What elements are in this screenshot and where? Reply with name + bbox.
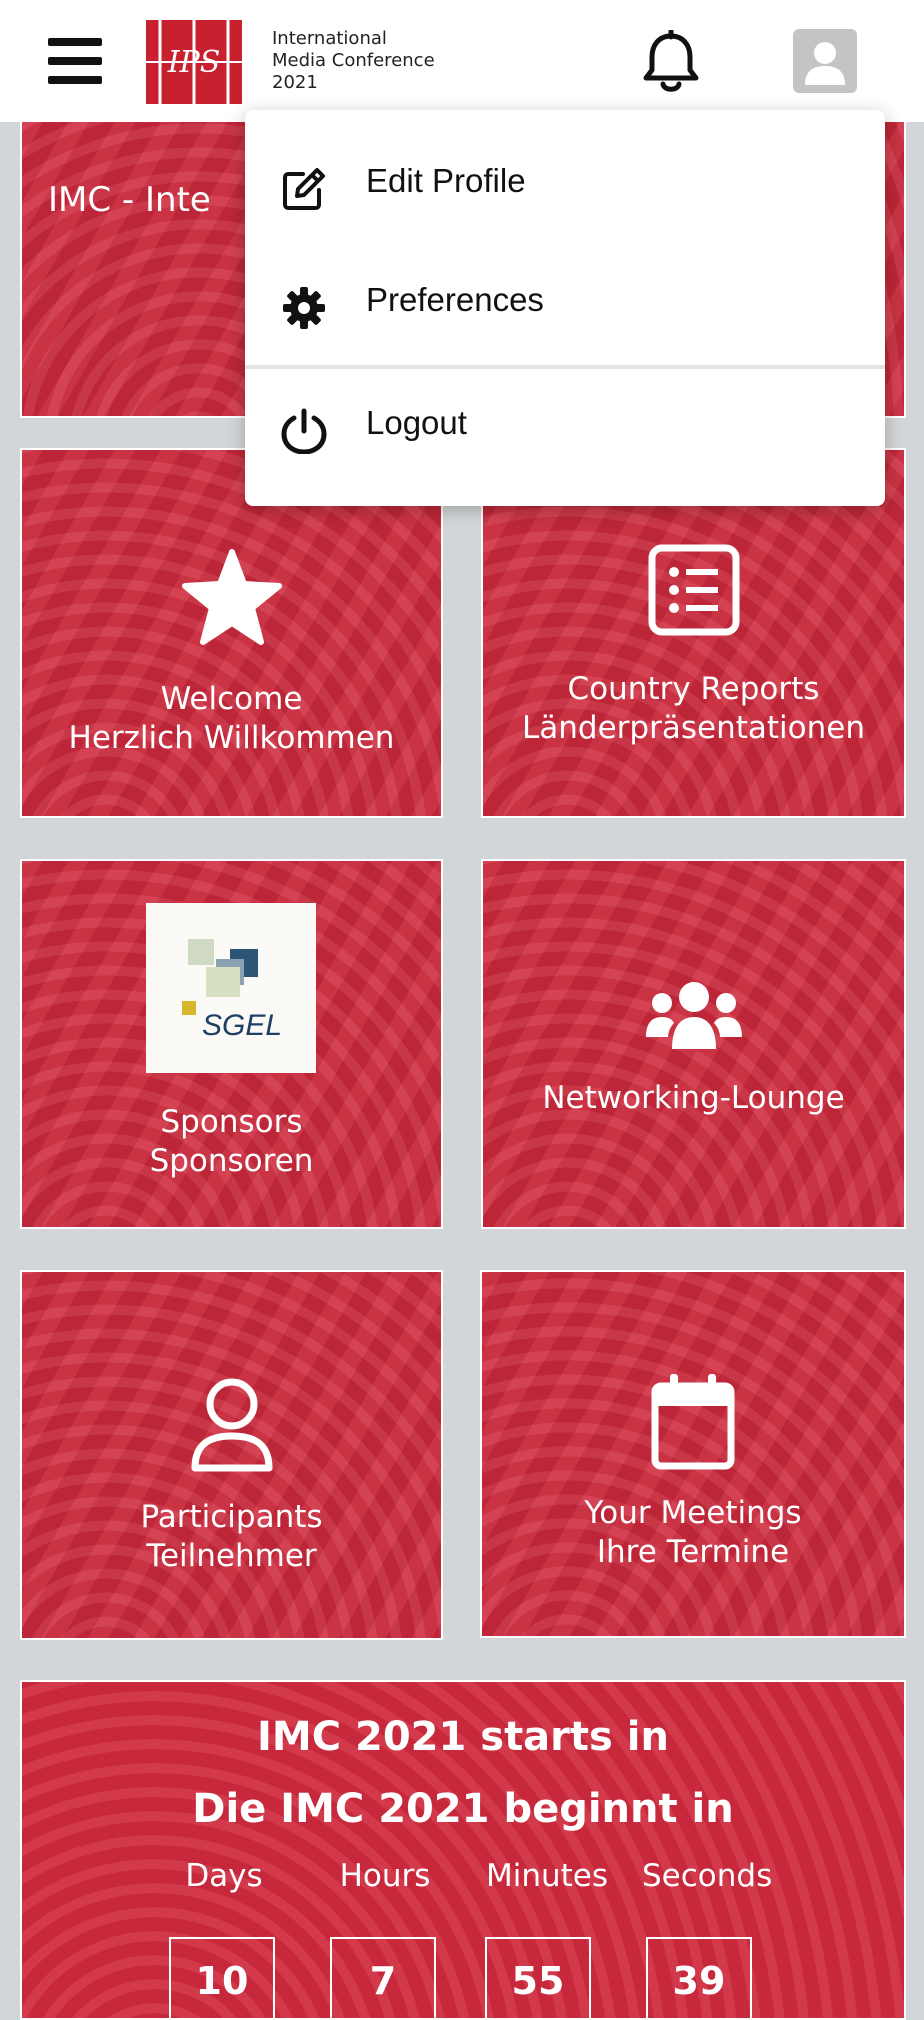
- welcome-label-line1: Welcome: [160, 681, 303, 717]
- networking-tile[interactable]: Networking-Lounge: [481, 859, 906, 1229]
- networking-label-line1: Networking-Lounge: [542, 1080, 845, 1116]
- participants-tile[interactable]: Participants Teilnehmer: [20, 1270, 443, 1640]
- sponsors-label-line1: Sponsors: [160, 1104, 303, 1140]
- meetings-label: Your Meetings Ihre Termine: [482, 1494, 904, 1572]
- sponsors-label-line2: Sponsoren: [149, 1143, 314, 1179]
- meetings-label-line2: Ihre Termine: [596, 1534, 790, 1570]
- meetings-label-line1: Your Meetings: [584, 1495, 802, 1531]
- sgel-logo-text: SGEL: [202, 1009, 282, 1042]
- participants-label: Participants Teilnehmer: [22, 1498, 441, 1576]
- star-icon: [181, 549, 282, 645]
- gear-icon: [283, 287, 325, 329]
- countdown-days-label: Days: [185, 1858, 263, 1894]
- brand-line-2: Media Conference: [272, 50, 435, 71]
- menu-item-logout-label: Logout: [366, 404, 467, 441]
- countdown-seconds-value: 39: [646, 1937, 752, 2018]
- countdown-hours-label: Hours: [339, 1858, 431, 1894]
- user-outline-icon: [191, 1378, 272, 1472]
- user-avatar[interactable]: [793, 29, 857, 93]
- list-icon: [648, 544, 739, 636]
- countdown-minutes-label: Minutes: [485, 1858, 609, 1894]
- meetings-tile[interactable]: Your Meetings Ihre Termine: [480, 1270, 906, 1638]
- sponsors-tile[interactable]: SGEL Sponsors Sponsoren: [20, 859, 443, 1229]
- welcome-label-line2: Herzlich Willkommen: [68, 720, 395, 756]
- profile-dropdown-menu: Edit Profile Preferences Logout: [245, 110, 885, 506]
- edit-icon: [283, 168, 325, 210]
- countdown-title-en: IMC 2021 starts in: [257, 1714, 669, 1760]
- menu-divider: [245, 365, 885, 369]
- menu-item-preferences[interactable]: Preferences: [245, 247, 885, 363]
- app-header: IPS International Media Conference 2021: [0, 0, 924, 122]
- users-group-icon: [645, 982, 742, 1049]
- power-icon: [281, 408, 327, 454]
- countdown-hours-value: 7: [330, 1937, 436, 2018]
- brand-line-1: International: [272, 28, 387, 49]
- menu-item-edit-profile-label: Edit Profile: [366, 162, 526, 199]
- sgel-logo-mark: SGEL: [182, 939, 282, 1042]
- brand-text: International Media Conference 2021: [272, 28, 435, 94]
- country-reports-label-line2: Länderpräsentationen: [522, 710, 865, 746]
- countdown-panel: IMC 2021 starts in Die IMC 2021 beginnt …: [20, 1680, 906, 2020]
- networking-label: Networking-Lounge: [483, 1079, 904, 1118]
- ips-logo: IPS: [146, 20, 242, 104]
- countdown-minutes-value: 55: [485, 1937, 591, 2018]
- sgel-logo: SGEL: [146, 903, 316, 1073]
- menu-item-preferences-label: Preferences: [366, 281, 544, 318]
- participants-label-line2: Teilnehmer: [146, 1538, 317, 1574]
- welcome-label: Welcome Herzlich Willkommen: [22, 680, 441, 758]
- brand-line-3: 2021: [272, 72, 318, 93]
- ips-logo-mark: IPS: [146, 20, 242, 104]
- svg-text:IPS: IPS: [167, 45, 221, 80]
- sponsors-label: Sponsors Sponsoren: [22, 1103, 441, 1181]
- countdown-days-value: 10: [169, 1937, 275, 2018]
- calendar-icon: [651, 1374, 735, 1470]
- banner-title: IMC - Inte: [48, 180, 211, 220]
- countdown-seconds-label: Seconds: [642, 1858, 773, 1894]
- participants-label-line1: Participants: [140, 1499, 323, 1535]
- user-silhouette-icon: [805, 42, 845, 85]
- country-reports-label-line1: Country Reports: [567, 671, 820, 707]
- country-reports-label: Country Reports Länderpräsentationen: [483, 670, 904, 748]
- menu-item-logout[interactable]: Logout: [245, 370, 885, 486]
- countdown-title-de: Die IMC 2021 beginnt in: [192, 1786, 734, 1832]
- menu-item-edit-profile[interactable]: Edit Profile: [245, 128, 885, 244]
- notifications-bell-icon[interactable]: [640, 28, 702, 94]
- hamburger-menu-icon[interactable]: [48, 38, 102, 84]
